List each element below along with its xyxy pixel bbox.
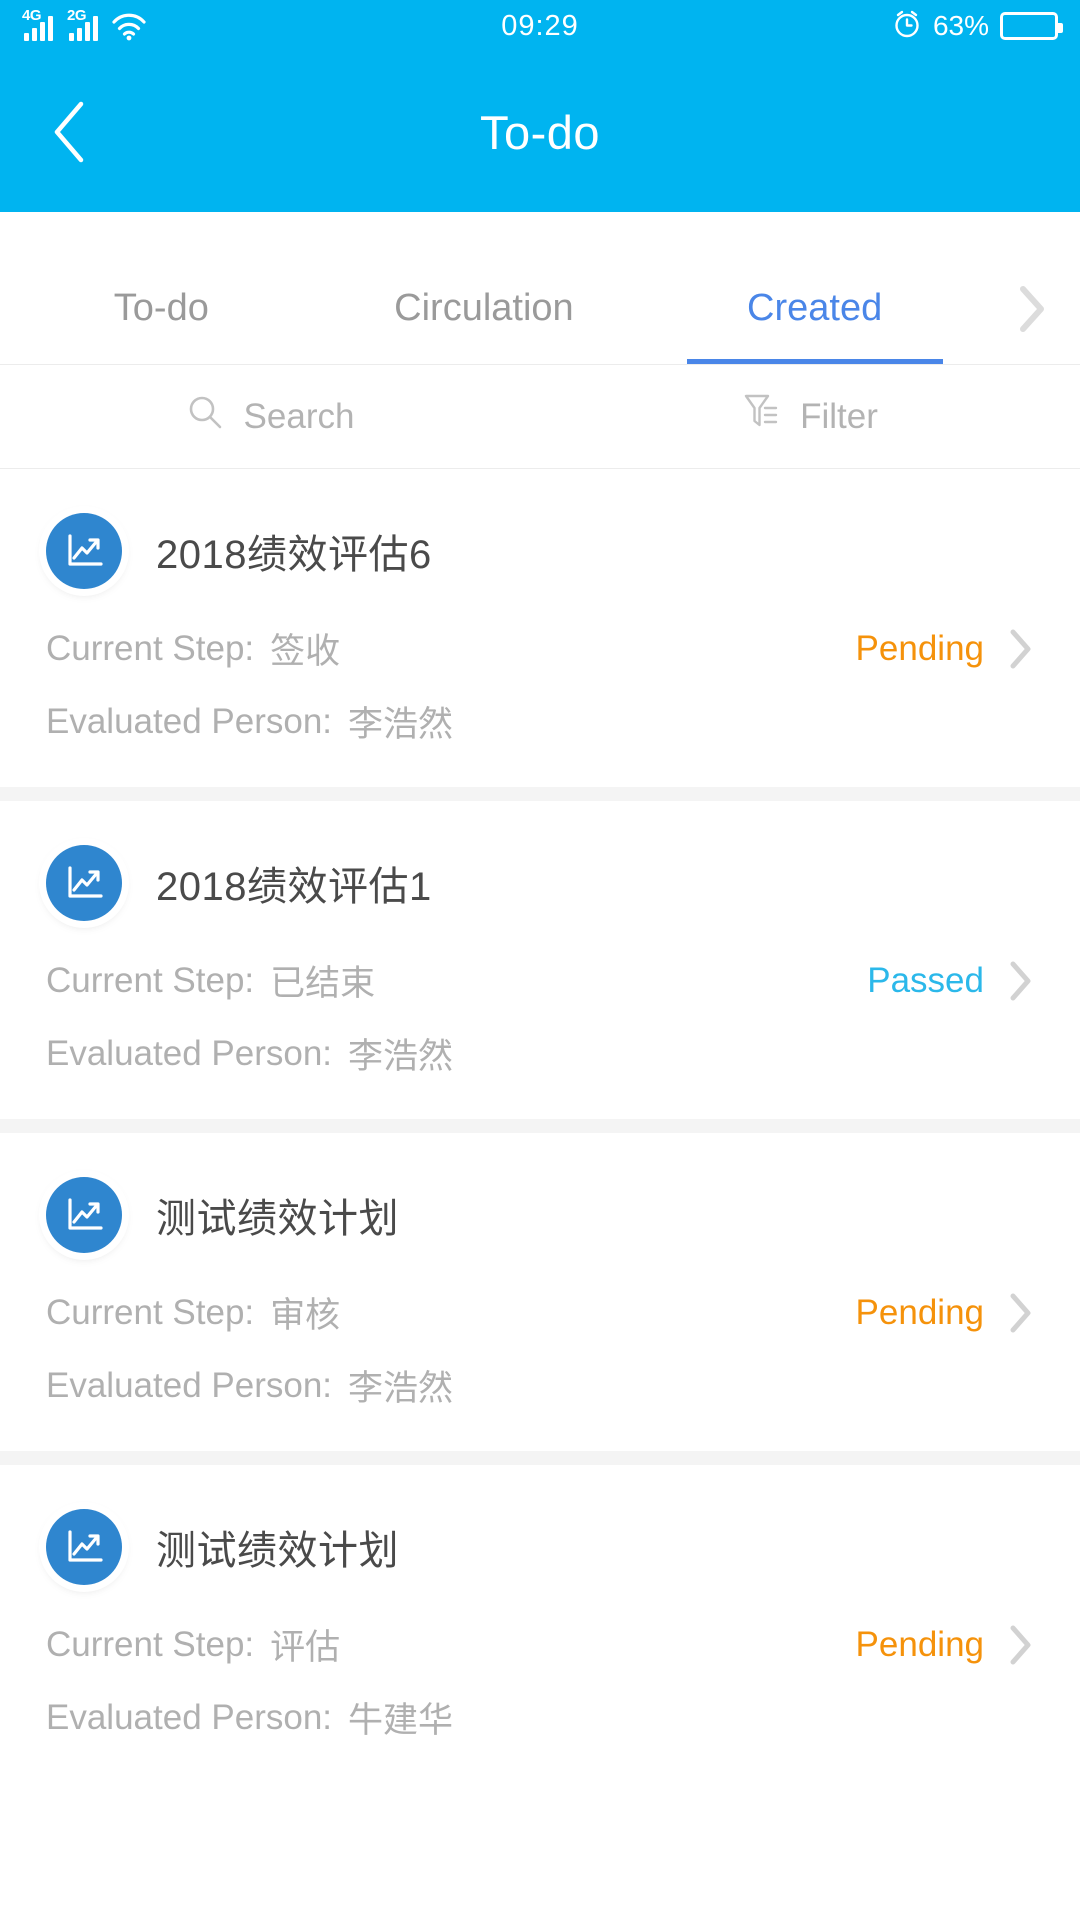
list-item-header: 测试绩效计划 bbox=[46, 1177, 1034, 1253]
chart-trend-icon bbox=[46, 845, 122, 921]
search-input[interactable]: Search bbox=[0, 393, 540, 440]
evaluated-person-label: Evaluated Person: bbox=[46, 1697, 333, 1737]
list-item-header: 2018绩效评估1 bbox=[46, 845, 1034, 921]
evaluated-person-value: 李浩然 bbox=[348, 705, 454, 744]
current-step-label: Current Step: bbox=[46, 628, 255, 668]
chart-trend-icon bbox=[46, 1177, 122, 1253]
status-badge: Pending bbox=[855, 1624, 984, 1664]
current-step-value: 审核 bbox=[270, 1296, 341, 1335]
status-badge: Passed bbox=[867, 960, 984, 1000]
tab-todo[interactable]: To-do bbox=[0, 287, 323, 364]
battery-percent-label: 63% bbox=[932, 10, 989, 41]
list-item-header: 测试绩效计划 bbox=[46, 1509, 1034, 1585]
status-badge: Pending bbox=[855, 628, 984, 668]
back-chevron-icon[interactable] bbox=[38, 100, 102, 164]
list-item-0[interactable]: 2018绩效评估6 Current Step: 签收 Pending Evalu… bbox=[0, 469, 1080, 787]
current-step-label: Current Step: bbox=[46, 1292, 255, 1332]
list-item-current-step-row: Current Step: 评估 Pending bbox=[46, 1619, 1034, 1670]
signal-4g-label: 4G bbox=[22, 6, 42, 24]
status-bar: 4G 2G 09:29 63% bbox=[0, 0, 1080, 52]
page-title: To-do bbox=[479, 105, 601, 159]
search-placeholder-label: Search bbox=[243, 396, 355, 436]
list-item-evaluated-person-row: Evaluated Person: 李浩然 bbox=[46, 1028, 1034, 1079]
evaluated-person-value: 李浩然 bbox=[348, 1037, 454, 1076]
todo-list: 2018绩效评估6 Current Step: 签收 Pending Evalu… bbox=[0, 469, 1080, 1783]
current-step-label: Current Step: bbox=[46, 1624, 255, 1664]
current-step-label: Current Step: bbox=[46, 960, 255, 1000]
alarm-clock-icon bbox=[892, 9, 922, 44]
list-item-evaluated-person-row: Evaluated Person: 牛建华 bbox=[46, 1692, 1034, 1743]
list-item-3[interactable]: 测试绩效计划 Current Step: 评估 Pending Evaluate… bbox=[0, 1465, 1080, 1783]
list-item-title: 测试绩效计划 bbox=[156, 1197, 399, 1241]
battery-icon bbox=[1000, 12, 1063, 40]
list-item-title: 2018绩效评估6 bbox=[156, 533, 432, 577]
app-header: To-do bbox=[0, 52, 1080, 212]
list-item-current-step-row: Current Step: 审核 Pending bbox=[46, 1287, 1034, 1338]
filter-icon bbox=[742, 392, 780, 441]
status-badge: Pending bbox=[855, 1292, 984, 1332]
signal-2g-icon: 2G bbox=[67, 8, 98, 41]
tabs-more-chevron-right-icon[interactable] bbox=[984, 284, 1080, 364]
list-item-title: 2018绩效评估1 bbox=[156, 865, 432, 909]
search-icon bbox=[186, 393, 224, 440]
current-step-value: 评估 bbox=[270, 1628, 341, 1667]
list-item-chevron-right-icon[interactable] bbox=[1008, 1623, 1034, 1667]
list-item-chevron-right-icon[interactable] bbox=[1008, 959, 1034, 1003]
evaluated-person-label: Evaluated Person: bbox=[46, 701, 333, 741]
status-bar-left: 4G 2G bbox=[22, 8, 146, 41]
list-item-chevron-right-icon[interactable] bbox=[1008, 1291, 1034, 1335]
list-item-1[interactable]: 2018绩效评估1 Current Step: 已结束 Passed Evalu… bbox=[0, 801, 1080, 1119]
list-item-evaluated-person-row: Evaluated Person: 李浩然 bbox=[46, 696, 1034, 747]
chart-trend-icon bbox=[46, 513, 122, 589]
list-item-title: 测试绩效计划 bbox=[156, 1529, 399, 1573]
current-step-value: 已结束 bbox=[270, 964, 376, 1003]
list-item-evaluated-person-row: Evaluated Person: 李浩然 bbox=[46, 1360, 1034, 1411]
current-step-value: 签收 bbox=[270, 632, 341, 671]
tab-circulation[interactable]: Circulation bbox=[323, 287, 646, 364]
filter-button[interactable]: Filter bbox=[540, 392, 1080, 441]
signal-2g-label: 2G bbox=[67, 6, 87, 24]
wifi-icon bbox=[112, 13, 146, 41]
evaluated-person-value: 李浩然 bbox=[348, 1369, 454, 1408]
list-item-chevron-right-icon[interactable] bbox=[1008, 627, 1034, 671]
status-bar-right: 63% bbox=[892, 9, 1063, 44]
evaluated-person-value: 牛建华 bbox=[348, 1701, 454, 1740]
list-item-current-step-row: Current Step: 已结束 Passed bbox=[46, 955, 1034, 1006]
search-filter-bar: Search Filter bbox=[0, 365, 1080, 469]
list-item-current-step-row: Current Step: 签收 Pending bbox=[46, 623, 1034, 674]
list-item-2[interactable]: 测试绩效计划 Current Step: 审核 Pending Evaluate… bbox=[0, 1133, 1080, 1451]
list-item-header: 2018绩效评估6 bbox=[46, 513, 1034, 589]
signal-4g-icon: 4G bbox=[22, 8, 53, 41]
evaluated-person-label: Evaluated Person: bbox=[46, 1033, 333, 1073]
app-screen: 4G 2G 09:29 63% To-do To-do Circulation … bbox=[0, 0, 1080, 1920]
tab-created[interactable]: Created bbox=[645, 287, 984, 364]
chart-trend-icon bbox=[46, 1509, 122, 1585]
filter-label: Filter bbox=[800, 396, 878, 436]
tab-bar: To-do Circulation Created bbox=[0, 212, 1080, 365]
evaluated-person-label: Evaluated Person: bbox=[46, 1365, 333, 1405]
